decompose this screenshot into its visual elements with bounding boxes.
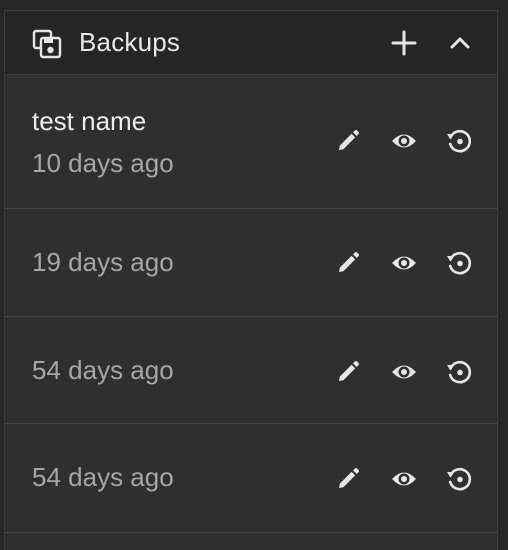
chevron-up-icon	[450, 37, 470, 49]
view-backup-button[interactable]	[390, 127, 418, 155]
backup-actions	[5, 75, 497, 208]
backup-item[interactable]: 19 days ago	[5, 209, 497, 317]
backups-panel-header: Backups	[5, 11, 497, 75]
view-backup-button[interactable]	[390, 465, 418, 493]
backup-icon	[32, 29, 62, 59]
backup-actions	[5, 317, 497, 423]
eye-icon	[392, 365, 416, 379]
backup-item[interactable]: 54 days ago	[5, 317, 497, 424]
restore-icon	[447, 251, 472, 275]
edit-backup-button[interactable]	[334, 127, 362, 155]
backup-item[interactable]: 54 days ago	[5, 424, 497, 533]
edit-backup-button[interactable]	[334, 465, 362, 493]
restore-icon	[447, 129, 472, 153]
backup-item[interactable]: test name 10 days ago	[5, 75, 497, 209]
restore-backup-button[interactable]	[445, 358, 473, 386]
add-backup-button[interactable]	[389, 28, 419, 58]
eye-icon	[392, 256, 416, 270]
pencil-icon	[339, 361, 359, 381]
eye-icon	[392, 472, 416, 486]
collapse-panel-button[interactable]	[445, 28, 475, 58]
backup-actions	[5, 424, 497, 532]
restore-backup-button[interactable]	[445, 127, 473, 155]
pencil-icon	[339, 130, 359, 150]
panel-title: Backups	[79, 27, 181, 57]
restore-backup-button[interactable]	[445, 465, 473, 493]
restore-icon	[447, 360, 472, 384]
plus-icon	[391, 30, 417, 56]
pencil-icon	[339, 252, 359, 272]
eye-icon	[392, 134, 416, 148]
restore-backup-button[interactable]	[445, 249, 473, 277]
view-backup-button[interactable]	[390, 249, 418, 277]
restore-icon	[447, 467, 472, 491]
pencil-icon	[339, 468, 359, 488]
backup-actions	[5, 209, 497, 316]
edit-backup-button[interactable]	[334, 249, 362, 277]
view-backup-button[interactable]	[390, 358, 418, 386]
edit-backup-button[interactable]	[334, 358, 362, 386]
backups-panel: Backups test name 10 days ago 19 days ag…	[4, 10, 498, 550]
